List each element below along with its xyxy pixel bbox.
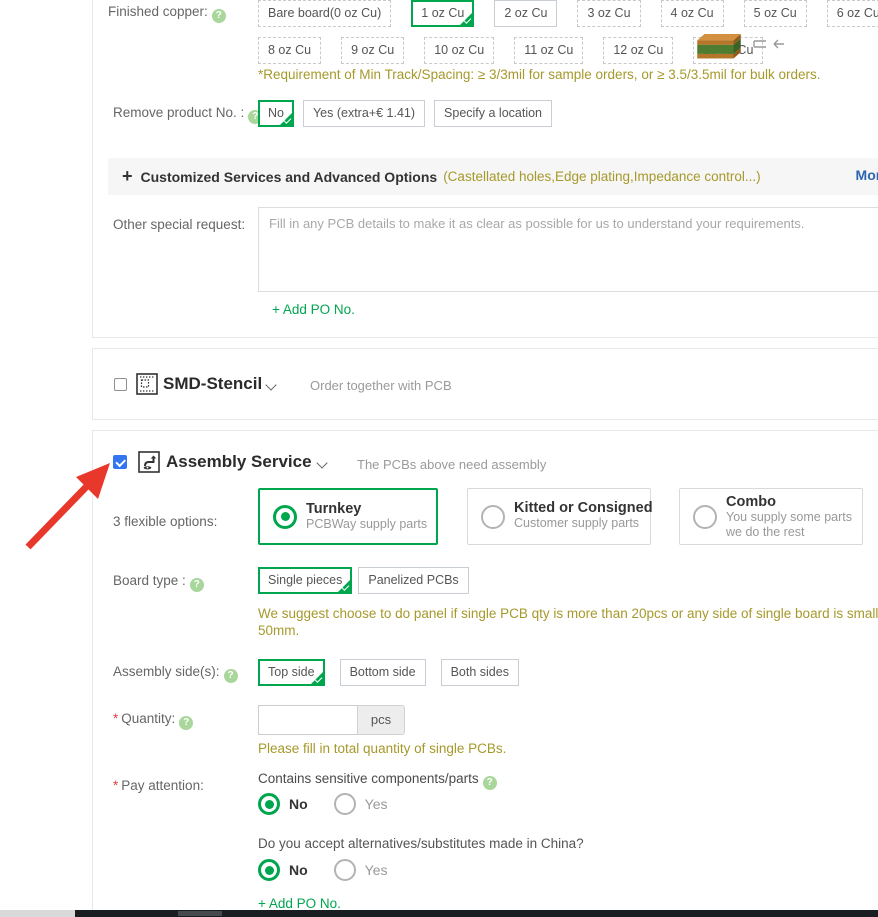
remove-product-option[interactable]: Yes (extra+€ 1.41) [303, 100, 425, 127]
combo-radio[interactable] [693, 505, 717, 529]
combo-card[interactable]: Combo You supply some parts we do the re… [679, 488, 863, 545]
flexible-options-label: 3 flexible options: [113, 514, 217, 529]
add-po-link[interactable]: + Add PO No. [272, 302, 355, 317]
customized-services-title: Customized Services and Advanced Options [141, 169, 438, 185]
board-type-note-line2: 50mm. [258, 623, 299, 638]
card-title: Turnkey [306, 501, 436, 517]
copper-option[interactable]: 9 oz Cu [341, 37, 404, 64]
sensitive-components-question: Contains sensitive components/parts [258, 771, 497, 790]
quantity-label: *Quantity: [113, 711, 193, 730]
copper-thickness-arrow-icon [752, 38, 786, 52]
sensitive-components-radio-group: No Yes [258, 793, 388, 815]
horizontal-scrollbar-thumb[interactable] [178, 911, 222, 916]
assembly-sides-options: Top side Bottom side Both sides [258, 659, 519, 686]
copper-option[interactable]: 3 oz Cu [577, 0, 640, 27]
customized-services-bar[interactable]: Customized Services and Advanced Options… [108, 158, 878, 195]
copper-option-selected[interactable]: 1 oz Cu [411, 0, 474, 27]
alternatives-radio-group: No Yes [258, 859, 388, 881]
quantity-input[interactable] [258, 705, 358, 735]
q2-yes-radio[interactable] [334, 859, 356, 881]
board-type-options: Single pieces Panelized PCBs [258, 567, 469, 594]
card-title: Combo [726, 494, 878, 510]
turnkey-radio[interactable] [273, 505, 297, 529]
copper-option[interactable]: 4 oz Cu [661, 0, 724, 27]
q1-no-radio[interactable] [258, 793, 280, 815]
pay-attention-label: *Pay attention: [113, 778, 204, 793]
copper-option[interactable]: 2 oz Cu [494, 0, 557, 27]
finished-copper-options-row1: Bare board(0 oz Cu) 1 oz Cu 2 oz Cu 3 oz… [258, 0, 878, 27]
card-desc: You supply some parts we do the rest [726, 510, 852, 540]
kitted-card[interactable]: Kitted or Consigned Customer supply part… [467, 488, 651, 545]
copper-option[interactable]: Bare board(0 oz Cu) [258, 0, 391, 27]
special-request-textarea[interactable] [258, 207, 878, 292]
more-link[interactable]: More [856, 167, 878, 183]
assembly-side-option[interactable]: Bottom side [340, 659, 426, 686]
kitted-radio[interactable] [481, 505, 505, 529]
board-type-option-selected[interactable]: Single pieces [258, 567, 352, 594]
copper-option[interactable]: 12 oz Cu [603, 37, 673, 64]
copper-note: *Requirement of Min Track/Spacing: ≥ 3/3… [258, 67, 821, 82]
remove-product-option-selected[interactable]: No [258, 100, 294, 127]
card-title: Kitted or Consigned [514, 500, 650, 516]
q2-no-label: No [289, 862, 308, 878]
board-type-note-line1: We suggest choose to do panel if single … [258, 606, 878, 621]
quantity-note: Please fill in total quantity of single … [258, 741, 506, 756]
smd-stencil-title: SMD-Stencil [163, 374, 262, 394]
card-desc: PCBWay supply parts [306, 517, 436, 532]
smd-stencil-checkbox[interactable] [114, 378, 127, 391]
scrollbar-corner [0, 910, 75, 917]
add-po-link[interactable]: + Add PO No. [258, 896, 341, 911]
help-icon[interactable] [190, 578, 204, 592]
remove-product-options: No Yes (extra+€ 1.41) Specify a location [258, 100, 552, 127]
red-annotation-arrow [10, 455, 120, 555]
smd-stencil-hint: Order together with PCB [310, 378, 452, 393]
q1-no-label: No [289, 796, 308, 812]
help-icon[interactable] [212, 9, 226, 23]
expand-plus-icon [122, 166, 133, 187]
assembly-service-icon [138, 451, 160, 473]
card-desc: Customer supply parts [514, 516, 650, 531]
pcb-order-form: PCBWay Finished copper: Bare board(0 oz … [0, 0, 878, 917]
copper-option[interactable]: 10 oz Cu [424, 37, 494, 64]
q2-no-radio[interactable] [258, 859, 280, 881]
copper-option[interactable]: 11 oz Cu [514, 37, 583, 64]
assembly-service-title: Assembly Service [166, 452, 312, 472]
help-icon[interactable] [483, 776, 497, 790]
copper-option[interactable]: 8 oz Cu [258, 37, 321, 64]
q1-yes-radio[interactable] [334, 793, 356, 815]
alternatives-question: Do you accept alternatives/substitutes m… [258, 836, 584, 851]
copper-option[interactable]: 6 oz Cu [827, 0, 878, 27]
help-icon[interactable] [179, 716, 193, 730]
special-request-label: Other special request: [113, 217, 245, 232]
q1-yes-label: Yes [365, 796, 388, 812]
assembly-sides-label: Assembly side(s): [113, 664, 238, 683]
customized-services-subtitle: (Castellated holes,Edge plating,Impedanc… [443, 169, 760, 184]
assembly-side-option-selected[interactable]: Top side [258, 659, 325, 686]
finished-copper-label: Finished copper: [108, 4, 226, 23]
smd-stencil-icon [136, 373, 158, 395]
copper-option[interactable]: 5 oz Cu [744, 0, 807, 27]
assembly-service-hint: The PCBs above need assembly [357, 457, 546, 472]
board-type-option[interactable]: Panelized PCBs [358, 567, 468, 594]
quantity-unit: pcs [357, 705, 405, 735]
help-icon[interactable] [224, 669, 238, 683]
board-type-label: Board type : [113, 573, 204, 592]
q2-yes-label: Yes [365, 862, 388, 878]
pcb-stack-icon [690, 33, 748, 64]
remove-product-option[interactable]: Specify a location [434, 100, 552, 127]
turnkey-card[interactable]: Turnkey PCBWay supply parts [258, 488, 438, 545]
finished-copper-options-row2: 8 oz Cu 9 oz Cu 10 oz Cu 11 oz Cu 12 oz … [258, 37, 763, 64]
remove-product-label: Remove product No. : [113, 105, 262, 124]
assembly-side-option[interactable]: Both sides [441, 659, 519, 686]
